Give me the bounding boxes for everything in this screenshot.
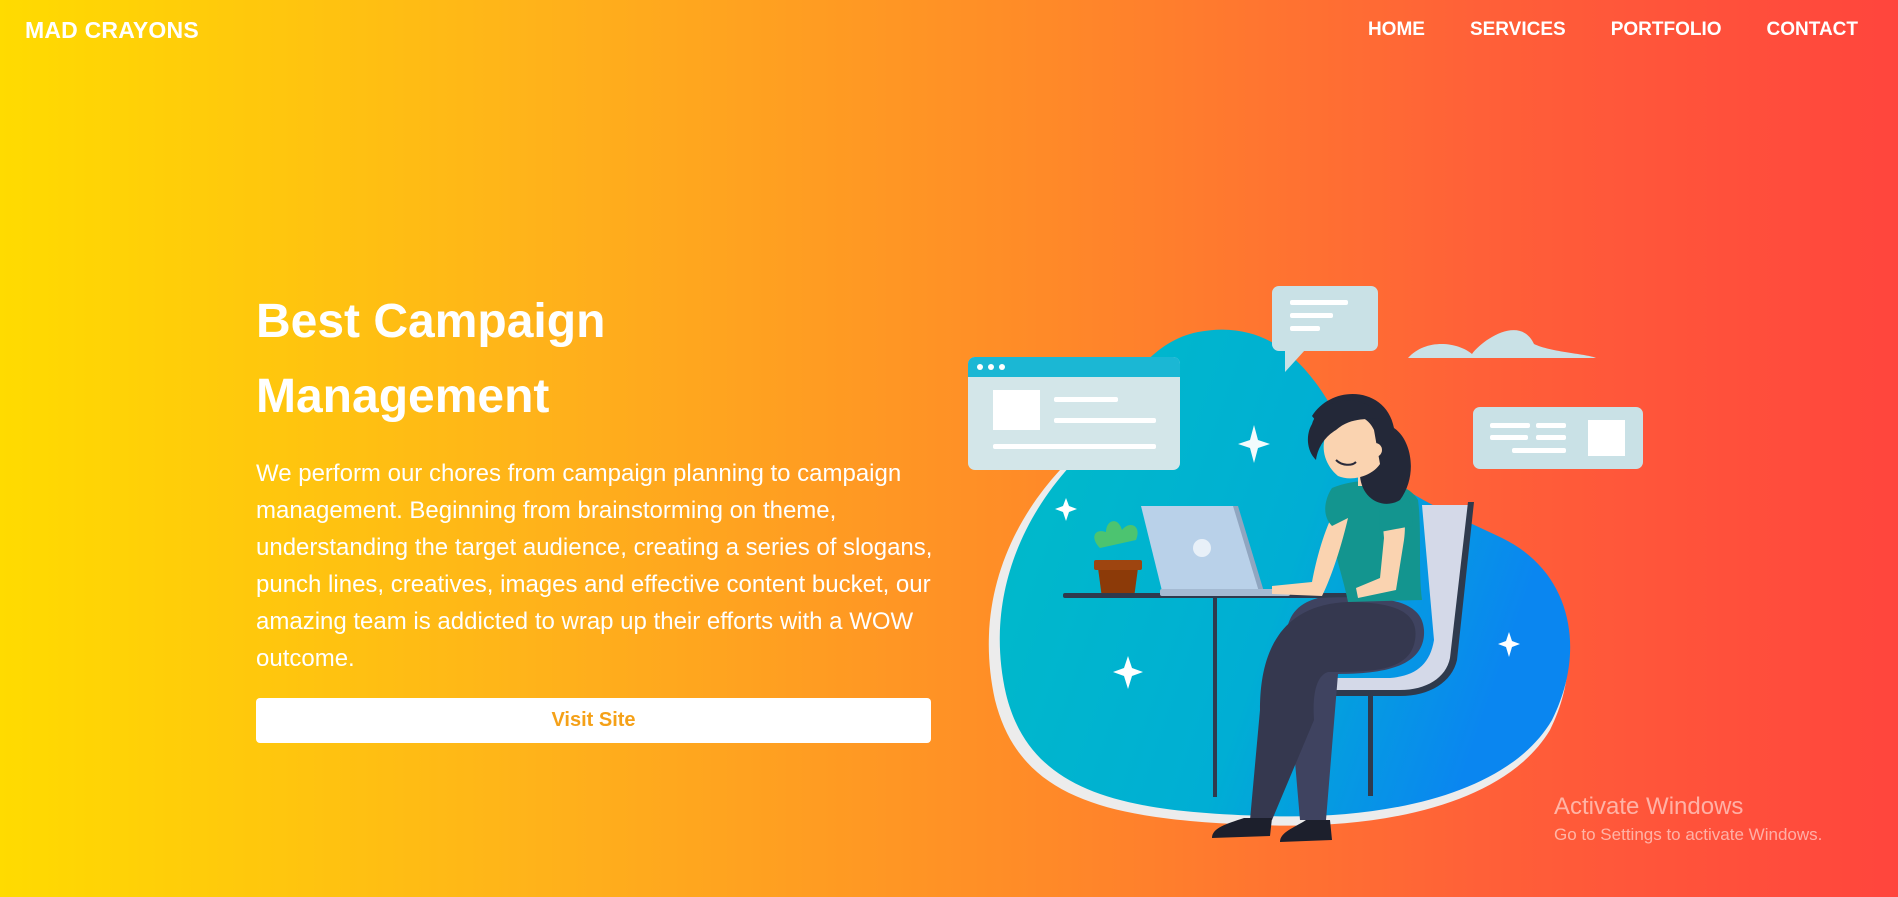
nav-home[interactable]: HOME: [1368, 19, 1425, 41]
text-card: [1473, 407, 1643, 469]
hero-illustration: [960, 280, 1660, 865]
hero-title-line1: Best Campaign: [256, 295, 606, 348]
speech-bubble-card: [1272, 286, 1378, 372]
brand-logo[interactable]: MAD CRAYONS: [25, 17, 199, 44]
nav-contact[interactable]: CONTACT: [1767, 19, 1858, 41]
nav-services[interactable]: SERVICES: [1470, 19, 1566, 41]
hero-description: We perform our chores from campaign plan…: [256, 460, 933, 672]
windows-activation-watermark: Activate Windows Go to Settings to activ…: [1554, 793, 1822, 845]
watermark-subtitle: Go to Settings to activate Windows.: [1554, 825, 1823, 844]
main-nav: HOME SERVICES PORTFOLIO CONTACT: [1368, 19, 1858, 41]
cloud-shape: [1408, 330, 1596, 358]
hero-title: Best Campaign Management: [256, 284, 856, 434]
woman-laptop-illustration: [968, 286, 1643, 842]
browser-window-card: [968, 357, 1180, 470]
visit-site-button[interactable]: Visit Site: [256, 698, 931, 743]
nav-portfolio[interactable]: PORTFOLIO: [1611, 19, 1722, 41]
hero-title-line2: Management: [256, 370, 550, 423]
watermark-title: Activate Windows: [1554, 793, 1744, 820]
